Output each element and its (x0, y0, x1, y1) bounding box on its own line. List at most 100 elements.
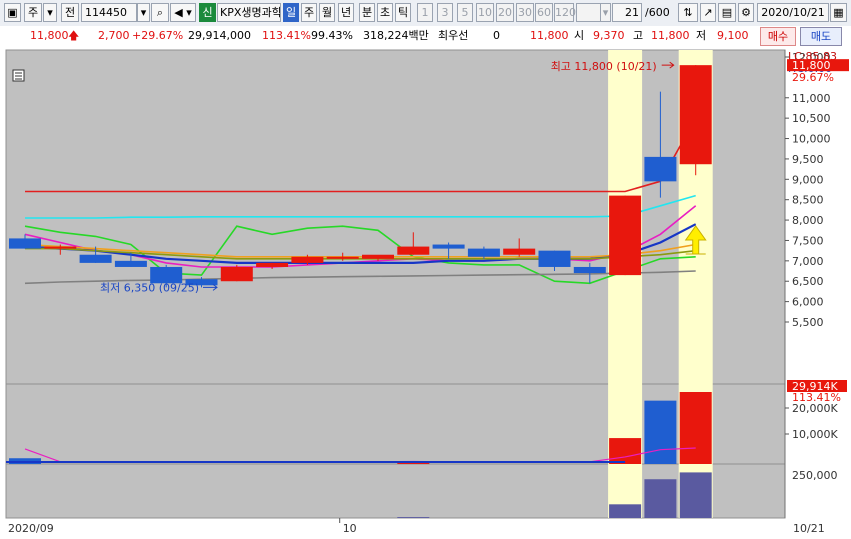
candle-body (609, 195, 642, 276)
trade-amount: 318,224백만 (363, 29, 429, 42)
period-tick[interactable]: 틱 (395, 3, 411, 22)
interval-20[interactable]: 20 (496, 3, 514, 22)
candle-body (432, 244, 465, 249)
candle-body (538, 250, 571, 267)
type-dropdown-icon[interactable]: ▾ (43, 3, 57, 22)
interval-3[interactable]: 3 (437, 3, 453, 22)
period-day[interactable]: 일 (283, 3, 299, 22)
open-label: 시 (574, 29, 585, 42)
volume-bar (609, 438, 642, 464)
volume-bar (644, 400, 677, 464)
candle-body (644, 156, 677, 182)
volume2-bar (679, 472, 712, 518)
best-bid-price: 11,800 (530, 29, 569, 42)
interval-30[interactable]: 30 (516, 3, 534, 22)
price-tick-label: 11,000 (792, 92, 831, 105)
high-price: 11,800 (651, 29, 690, 42)
code-dropdown-icon[interactable]: ▾ (137, 3, 150, 22)
best-bid-label: 최우선 (438, 29, 469, 42)
price-tick-label: 6,000 (792, 296, 824, 309)
volume2-bar (609, 504, 642, 518)
best-bid-qty: 0 (493, 29, 500, 42)
period-second[interactable]: 초 (377, 3, 393, 22)
interval-10[interactable]: 10 (476, 3, 494, 22)
volume-ratio: 113.41% (262, 29, 311, 42)
candle-body (397, 246, 430, 255)
high-annotation: 최고 11,800 (10/21) (551, 60, 657, 73)
volume-pct-tag: 113.41% (792, 391, 841, 404)
type-select[interactable]: 주 (24, 3, 42, 22)
quote-bar: 11,800 🡅 2,700 +29.67% 29,914,000 113.41… (0, 26, 851, 47)
price-tick-label: 7,000 (792, 255, 824, 268)
x-start-label: 2020/09 (8, 522, 54, 535)
search-icon[interactable]: ⌕ (151, 3, 169, 22)
count-total: /600 (645, 6, 670, 19)
turnover-ratio: 99.43% (311, 29, 353, 42)
low-price: 9,100 (717, 29, 749, 42)
current-price: 11,800 (30, 29, 69, 42)
chart-menu-icon[interactable]: ▣ (4, 3, 21, 22)
count-input[interactable]: 21 (612, 3, 642, 22)
calendar-icon[interactable]: ▦ (830, 3, 847, 22)
sell-button[interactable]: 매도 (800, 27, 842, 46)
chart-toolbar: ▣ 주 ▾ 전 114450 ▾ ⌕ ◀ ▾ 신 KPX생명과학 일 주 월 년… (0, 0, 851, 27)
candle-body (326, 256, 359, 259)
candle-body (220, 266, 253, 282)
price-change: 2,700 (98, 29, 130, 42)
price-tick-label: 10,000 (792, 133, 831, 146)
low-annotation: 최저 6,350 (09/25) (100, 281, 199, 294)
volume2-bar (644, 479, 677, 518)
period-year[interactable]: 년 (338, 3, 354, 22)
buy-button[interactable]: 매수 (760, 27, 796, 46)
speaker-icon[interactable]: ◀ ▾ (170, 3, 196, 22)
candle-body (114, 260, 147, 267)
volume2-bar (397, 517, 430, 518)
interval-dropdown-icon[interactable]: ▾ (600, 3, 611, 22)
stock-code-input[interactable]: 114450 (81, 3, 137, 22)
market-button[interactable]: 전 (61, 3, 79, 22)
candle-body (256, 262, 289, 267)
gear-icon[interactable]: ⚙ (738, 3, 754, 22)
candle-body (362, 254, 394, 259)
high-label: 고 (633, 29, 644, 42)
candle-body (79, 254, 112, 263)
volume-tick-label: 10,000K (792, 428, 838, 441)
candle-body (9, 238, 41, 249)
change-percent: +29.67% (132, 29, 184, 42)
x-end-label: 10/21 (793, 522, 825, 535)
volume-bar (679, 392, 712, 464)
save-icon[interactable]: ▤ (718, 3, 736, 22)
indicator-icon[interactable]: ⇅ (678, 3, 698, 22)
candle-body (679, 65, 712, 165)
price-chart[interactable]: 12,00011,00010,50010,0009,5009,0008,5008… (0, 46, 851, 536)
interval-5[interactable]: 5 (457, 3, 473, 22)
candle-body (44, 246, 77, 249)
open-price: 9,370 (593, 29, 625, 42)
volume2-tick-label: 250,000 (792, 469, 838, 482)
candle-body (573, 266, 606, 274)
compare-icon[interactable]: ↗ (700, 3, 716, 22)
new-listing-badge: 신 (199, 3, 216, 22)
period-week[interactable]: 주 (301, 3, 317, 22)
volume: 29,914,000 (188, 29, 251, 42)
interval-60[interactable]: 60 (535, 3, 553, 22)
up-arrow-icon: 🡅 (68, 29, 80, 42)
candle-body (503, 248, 536, 255)
period-minute[interactable]: 분 (359, 3, 375, 22)
stock-name: KPX생명과학 (217, 3, 281, 22)
date-input[interactable]: 2020/10/21 (757, 3, 829, 22)
pct-tag: 29.67% (792, 71, 834, 84)
candle-body (467, 248, 500, 257)
interval-1[interactable]: 1 (417, 3, 433, 22)
candle-body (291, 256, 324, 263)
price-tick-label: 10,500 (792, 112, 831, 125)
chart-area[interactable]: 12,000 11,000 10,500 10,000 9,500 9,000 8,500 8… (0, 46, 851, 536)
price-tick-label: 9,000 (792, 173, 824, 186)
low-label: 저 (696, 29, 707, 42)
price-tick-label: 6,500 (792, 275, 824, 288)
period-month[interactable]: 월 (319, 3, 335, 22)
price-tick-label: 5,500 (792, 316, 824, 329)
interval-120[interactable]: 120 (554, 3, 576, 22)
x-mid-label: 10 (343, 522, 357, 535)
price-tick-label: 8,000 (792, 214, 824, 227)
